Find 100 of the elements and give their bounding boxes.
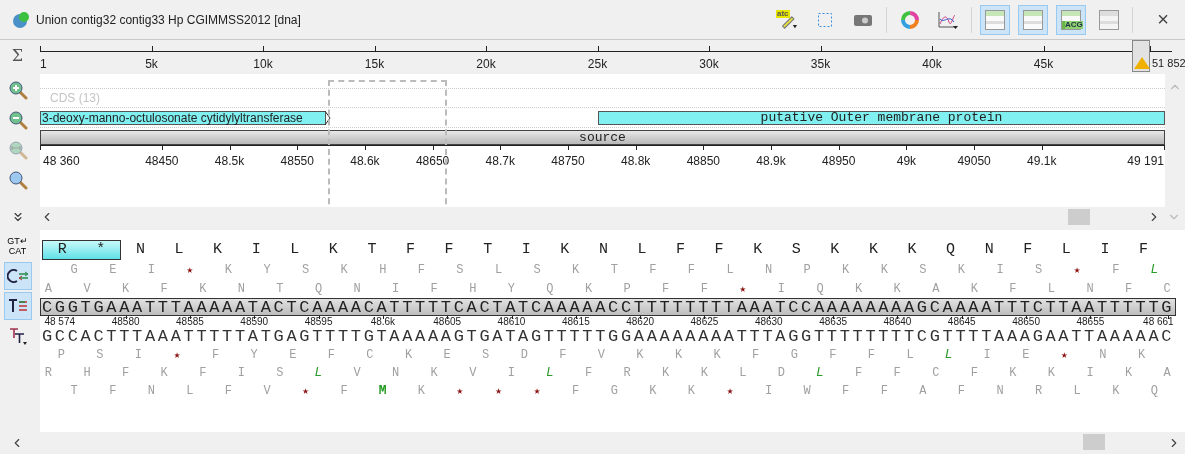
amino-acid: F	[686, 261, 696, 278]
ruler-label: 48585	[176, 316, 204, 327]
amino-acid: H	[468, 280, 478, 297]
feature-annotation[interactable]: putative Outer membrane protein	[598, 111, 1165, 125]
camera-icon	[853, 12, 873, 27]
amino-acid: F	[1008, 280, 1018, 297]
ruler-label: 48610	[497, 316, 526, 327]
ruler-label: 49050	[957, 154, 991, 168]
pencil-icon	[781, 16, 797, 29]
amino-acid: F	[1111, 261, 1121, 278]
complement-button[interactable]	[3, 262, 32, 290]
amino-acid: *	[95, 241, 107, 258]
close-button[interactable]: ×	[1149, 5, 1177, 34]
amino-acid: P	[622, 280, 632, 297]
view-window-frame[interactable]	[328, 80, 447, 207]
amino-acid: K	[416, 383, 426, 399]
amino-acid: T	[69, 383, 79, 399]
source-annotation[interactable]: source	[40, 130, 1165, 145]
amino-acid: F	[699, 280, 709, 297]
amino-acid: L	[1046, 280, 1057, 297]
amino-acid: L	[725, 261, 735, 278]
amino-acid: L	[636, 241, 648, 258]
zoom-out-icon	[7, 110, 28, 130]
scrollbar-thumb[interactable]	[1083, 434, 1105, 450]
amino-acid: K	[879, 261, 889, 278]
forward-strand: CGGTGAAATTTAAAAATACTCAAAACATTTTTCACTATCAAAAACCTTTTTTTTAAATCCAAAAAAAAGCAAAATTTCTTAATTTTTG	[40, 298, 1176, 316]
stop-codon-mark: ★	[725, 384, 735, 399]
amino-acid: T	[609, 261, 619, 278]
sequence-button[interactable]: ACG	[1056, 4, 1086, 35]
ruler-label: 48620	[626, 316, 655, 327]
amino-acid: R	[622, 365, 632, 381]
amino-acid: F	[1124, 280, 1134, 297]
amino-acid: Q	[815, 280, 825, 297]
ruler-label: 48640	[883, 316, 912, 327]
amino-acid: F	[841, 383, 851, 399]
amino-acid: K	[906, 241, 918, 258]
ruler-label: 48.6k	[370, 316, 396, 327]
translation-icon	[6, 298, 29, 314]
amino-acid: N	[236, 280, 246, 297]
scrollbar-thumb[interactable]	[1068, 209, 1090, 225]
amino-acid: K	[1046, 365, 1057, 381]
amino-acid: I	[250, 241, 262, 258]
amino-acid: K	[1008, 365, 1018, 381]
ruler-label: 48615	[561, 316, 590, 327]
wrap-button[interactable]: GT↵ CAT	[3, 232, 32, 260]
amino-acid: I	[995, 261, 1005, 278]
ruler-label: 48650	[1012, 316, 1040, 327]
amino-acid: Q	[1149, 383, 1159, 399]
amino-acid: Y	[506, 280, 516, 297]
ruler-label: 30k	[699, 57, 719, 71]
ruler-label: 49k	[896, 154, 917, 168]
overview-thumb[interactable]	[1132, 40, 1150, 72]
amino-acid: K	[829, 241, 841, 258]
amino-acid: G	[609, 383, 619, 399]
ruler-label: 48450	[145, 154, 179, 168]
amino-acid: E	[1021, 347, 1031, 363]
magnifier-icon	[7, 170, 28, 190]
amino-acid: K	[673, 347, 684, 363]
ruler-label: 48950	[822, 154, 856, 168]
amino-acid: L	[1072, 383, 1082, 399]
ruler-label: 49.1k	[1027, 154, 1057, 168]
feature-annotation[interactable]: 3-deoxy-manno-octulosonate cytidylyltransferase	[40, 111, 326, 125]
amino-acid: K	[752, 241, 764, 258]
amino-acid: V	[596, 347, 606, 363]
line-chart-icon	[937, 9, 959, 30]
ruler-label: 48595	[304, 316, 333, 327]
amino-acid: S	[481, 347, 491, 363]
ruler-label: 40k	[922, 57, 942, 71]
amino-acid: A	[1162, 365, 1172, 381]
details-button[interactable]	[1018, 4, 1048, 35]
amino-acid: F	[661, 280, 671, 297]
amino-acid: K	[571, 261, 581, 278]
ruler-label: 51 852	[1152, 57, 1185, 69]
zoom-fit-icon	[7, 140, 28, 160]
amino-acid: E	[108, 261, 118, 278]
edit-button[interactable]: atc	[772, 4, 802, 35]
amino-acid: L	[289, 241, 301, 258]
stop-codon-mark: ★	[494, 384, 503, 399]
amino-acid: P	[56, 347, 66, 363]
ruler-label: 49 191	[1127, 154, 1164, 168]
amino-acid: K	[212, 241, 224, 258]
amino-acid: N	[134, 241, 146, 258]
amino-acid: F	[443, 241, 455, 258]
amino-acid: R	[43, 365, 54, 381]
font-size-icon	[7, 327, 28, 345]
amino-acid: K	[635, 347, 645, 363]
ruler-label: 48.6k	[350, 154, 380, 168]
amino-acid: W	[802, 383, 812, 399]
amino-acid: K	[867, 241, 879, 258]
reverse-strand: GCCACTTTAAATTTTTATGAGTTTTGTAAAAAGTGATAGTTTTTGGAAAAAAAATTTAGGTTTTTTTTCGTTTTAAAGAATTAAAAAC	[41, 328, 1176, 346]
amino-acid: K	[339, 261, 349, 278]
amino-acid: F	[1022, 241, 1034, 258]
translate-button[interactable]	[3, 292, 32, 320]
ruler-label: 48635	[819, 316, 847, 327]
amino-acid: F	[956, 383, 967, 399]
amino-acid: L	[545, 365, 555, 381]
ruler-label: 48.9k	[756, 154, 786, 168]
overview-button[interactable]	[980, 4, 1010, 35]
amino-acid: S	[95, 347, 105, 363]
ruler-label: 25k	[587, 57, 608, 71]
